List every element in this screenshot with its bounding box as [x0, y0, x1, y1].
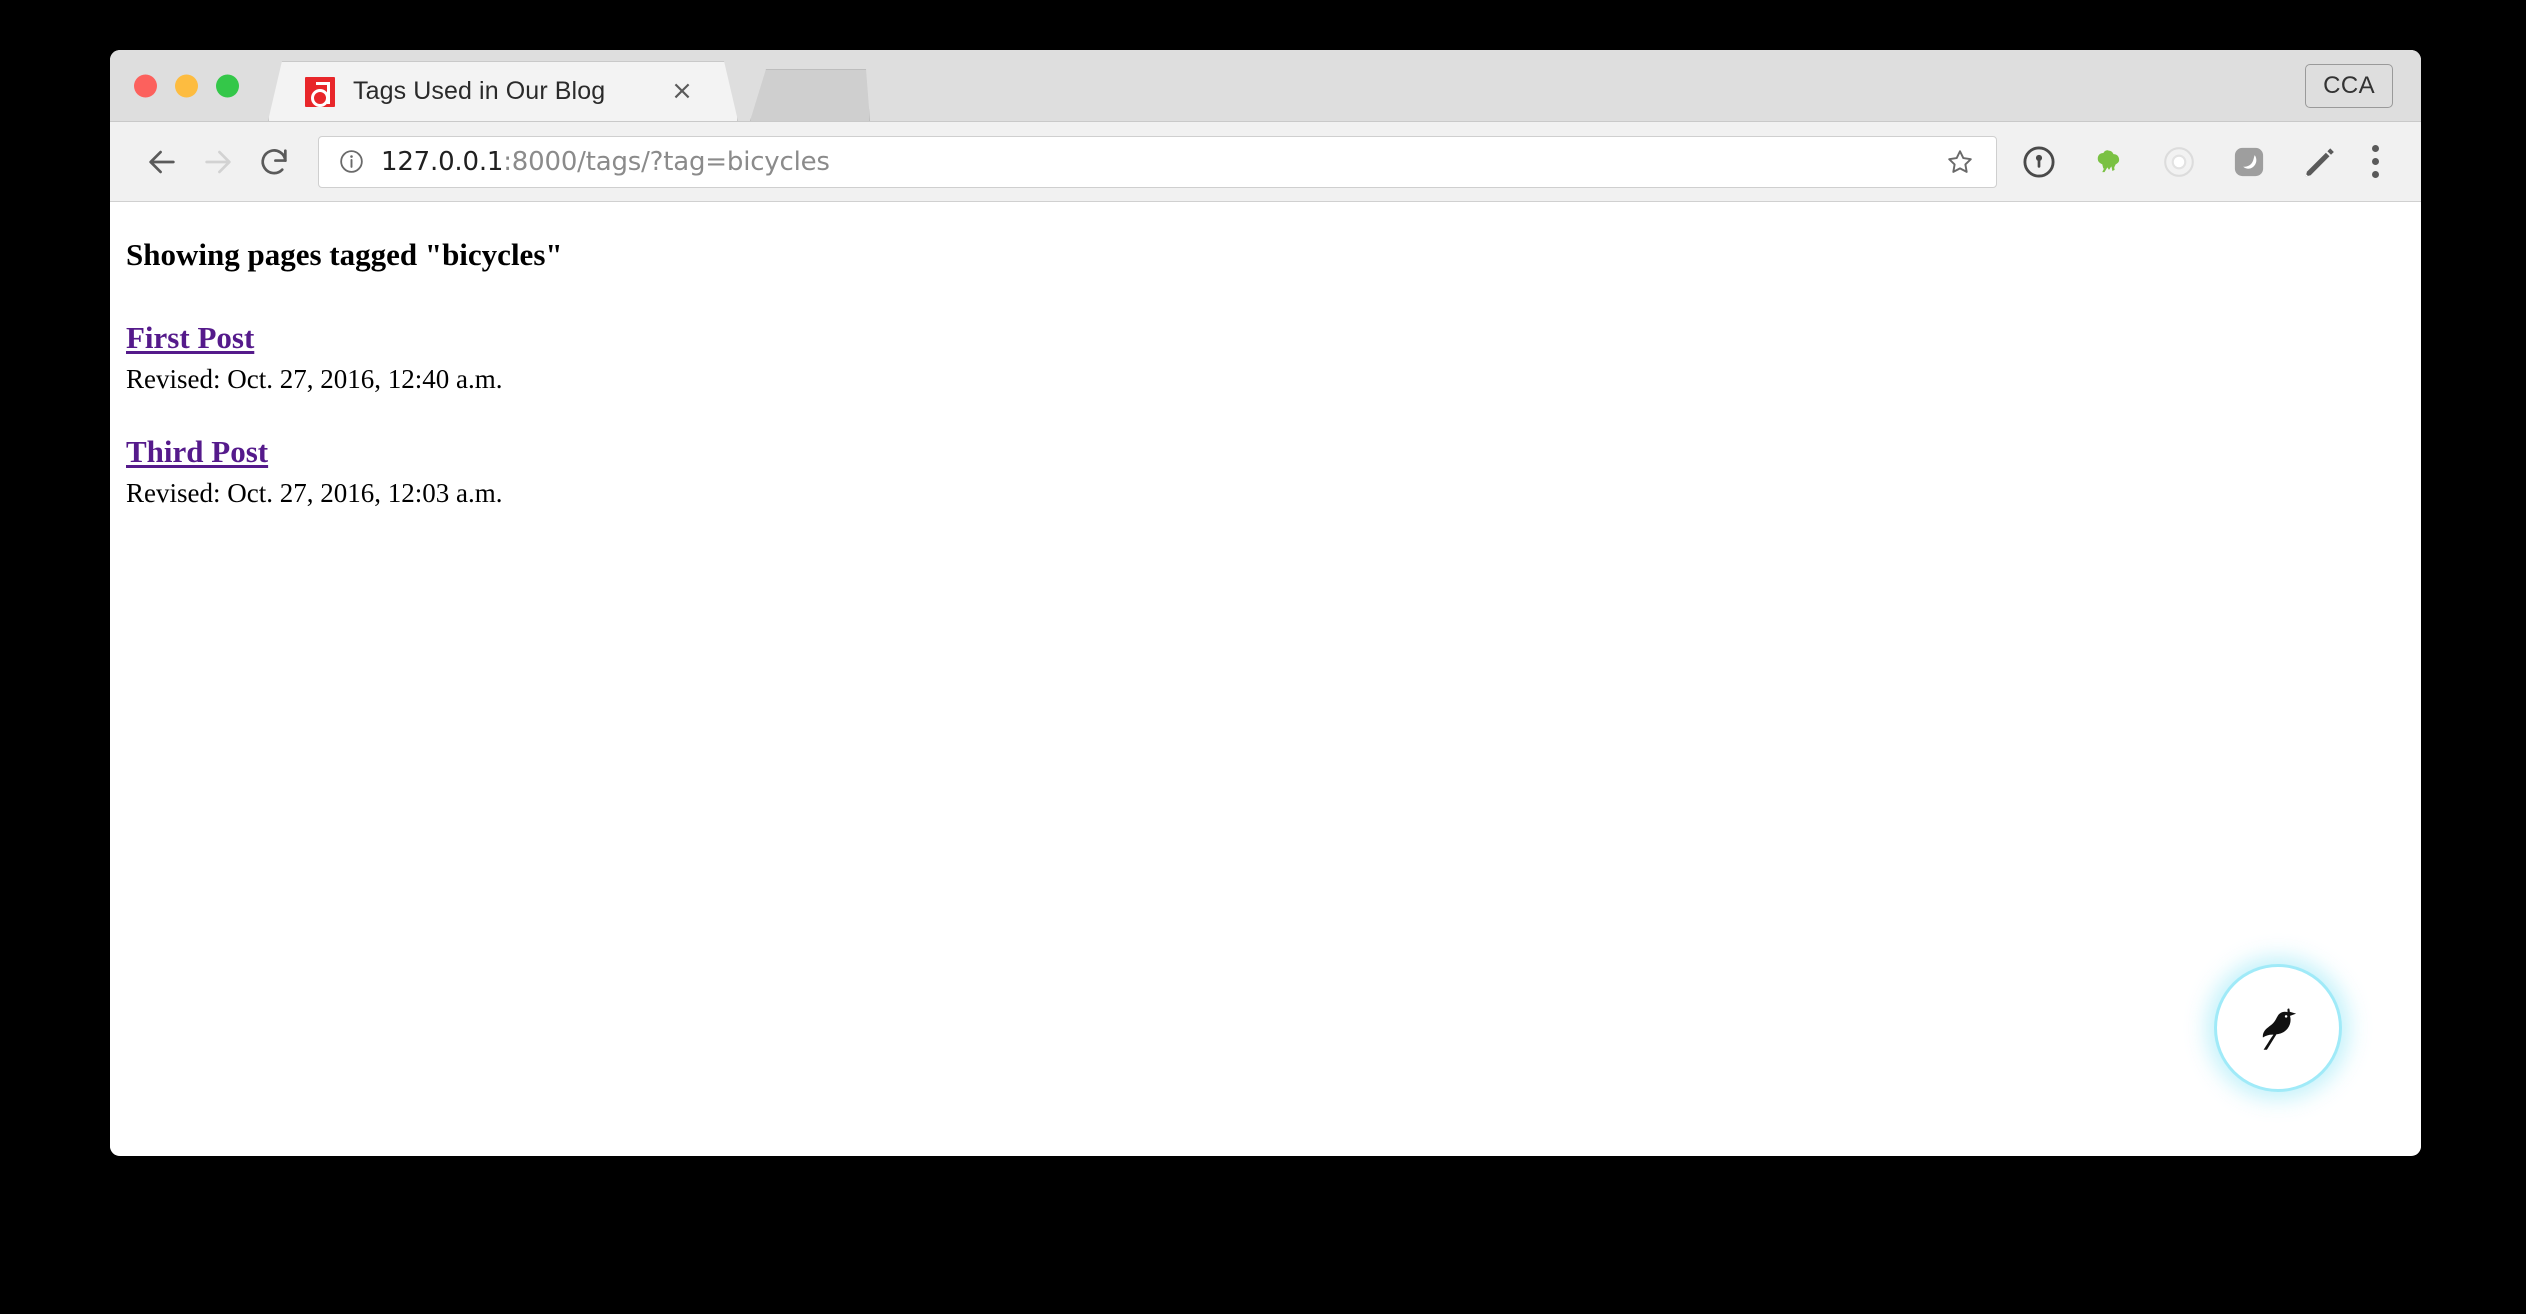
page-viewport: Showing pages tagged "bicycles" First Po… [110, 202, 2421, 1155]
gray-rounded-square-icon[interactable] [2225, 138, 2273, 186]
list-item: First Post Revised: Oct. 27, 2016, 12:40… [126, 319, 2421, 397]
grayed-circle-icon[interactable] [2155, 138, 2203, 186]
tab-strip: Tags Used in Our Blog × CCA [110, 50, 2421, 122]
address-bar[interactable]: 127.0.0.1:8000/tags/?tag=bicycles [318, 135, 1997, 188]
favicon-icon [305, 77, 335, 107]
url-path: :8000/tags/?tag=bicycles [503, 146, 830, 177]
browser-toolbar: 127.0.0.1:8000/tags/?tag=bicycles [110, 122, 2421, 202]
close-tab-icon[interactable]: × [669, 79, 695, 105]
bird-icon [2262, 1008, 2297, 1050]
bird-logo-widget[interactable] [2217, 967, 2339, 1089]
address-bar-text: 127.0.0.1:8000/tags/?tag=bicycles [381, 147, 830, 177]
bookmark-star-icon[interactable] [1938, 140, 1982, 184]
profile-badge[interactable]: CCA [2305, 63, 2393, 108]
1password-icon[interactable] [2015, 138, 2063, 186]
chrome-menu-button[interactable] [2353, 138, 2397, 186]
pencil-icon[interactable] [2295, 138, 2343, 186]
menu-dot [2371, 158, 2379, 165]
reload-button[interactable] [246, 134, 302, 190]
post-link-first-post[interactable]: First Post [126, 319, 254, 358]
menu-dot [2371, 171, 2379, 178]
tab-tags-used-in-our-blog[interactable]: Tags Used in Our Blog × [268, 61, 738, 121]
zoom-window-button[interactable] [216, 74, 239, 97]
minimize-window-button[interactable] [175, 74, 198, 97]
forward-button[interactable] [190, 134, 246, 190]
post-revised-date: Revised: Oct. 27, 2016, 12:40 a.m. [126, 363, 503, 394]
page-content: Showing pages tagged "bicycles" First Po… [110, 202, 2421, 511]
tab-second[interactable] [750, 69, 870, 121]
tab-title: Tags Used in Our Blog [353, 77, 606, 105]
page-title: Showing pages tagged "bicycles" [126, 237, 563, 272]
menu-dot [2371, 145, 2379, 152]
post-revised-date: Revised: Oct. 27, 2016, 12:03 a.m. [126, 477, 503, 508]
list-item: Third Post Revised: Oct. 27, 2016, 12:03… [126, 433, 2421, 511]
evernote-elephant-icon[interactable] [2085, 138, 2133, 186]
info-circle-icon[interactable] [337, 148, 365, 176]
browser-window: Tags Used in Our Blog × CCA 127.0.0.1:80… [110, 50, 2421, 1156]
back-button[interactable] [134, 134, 190, 190]
close-window-button[interactable] [134, 74, 157, 97]
post-list: First Post Revised: Oct. 27, 2016, 12:40… [126, 319, 2421, 511]
url-host: 127.0.0.1 [381, 146, 504, 177]
window-controls [134, 74, 239, 97]
extension-icons [2007, 138, 2343, 186]
post-link-third-post[interactable]: Third Post [126, 433, 268, 472]
